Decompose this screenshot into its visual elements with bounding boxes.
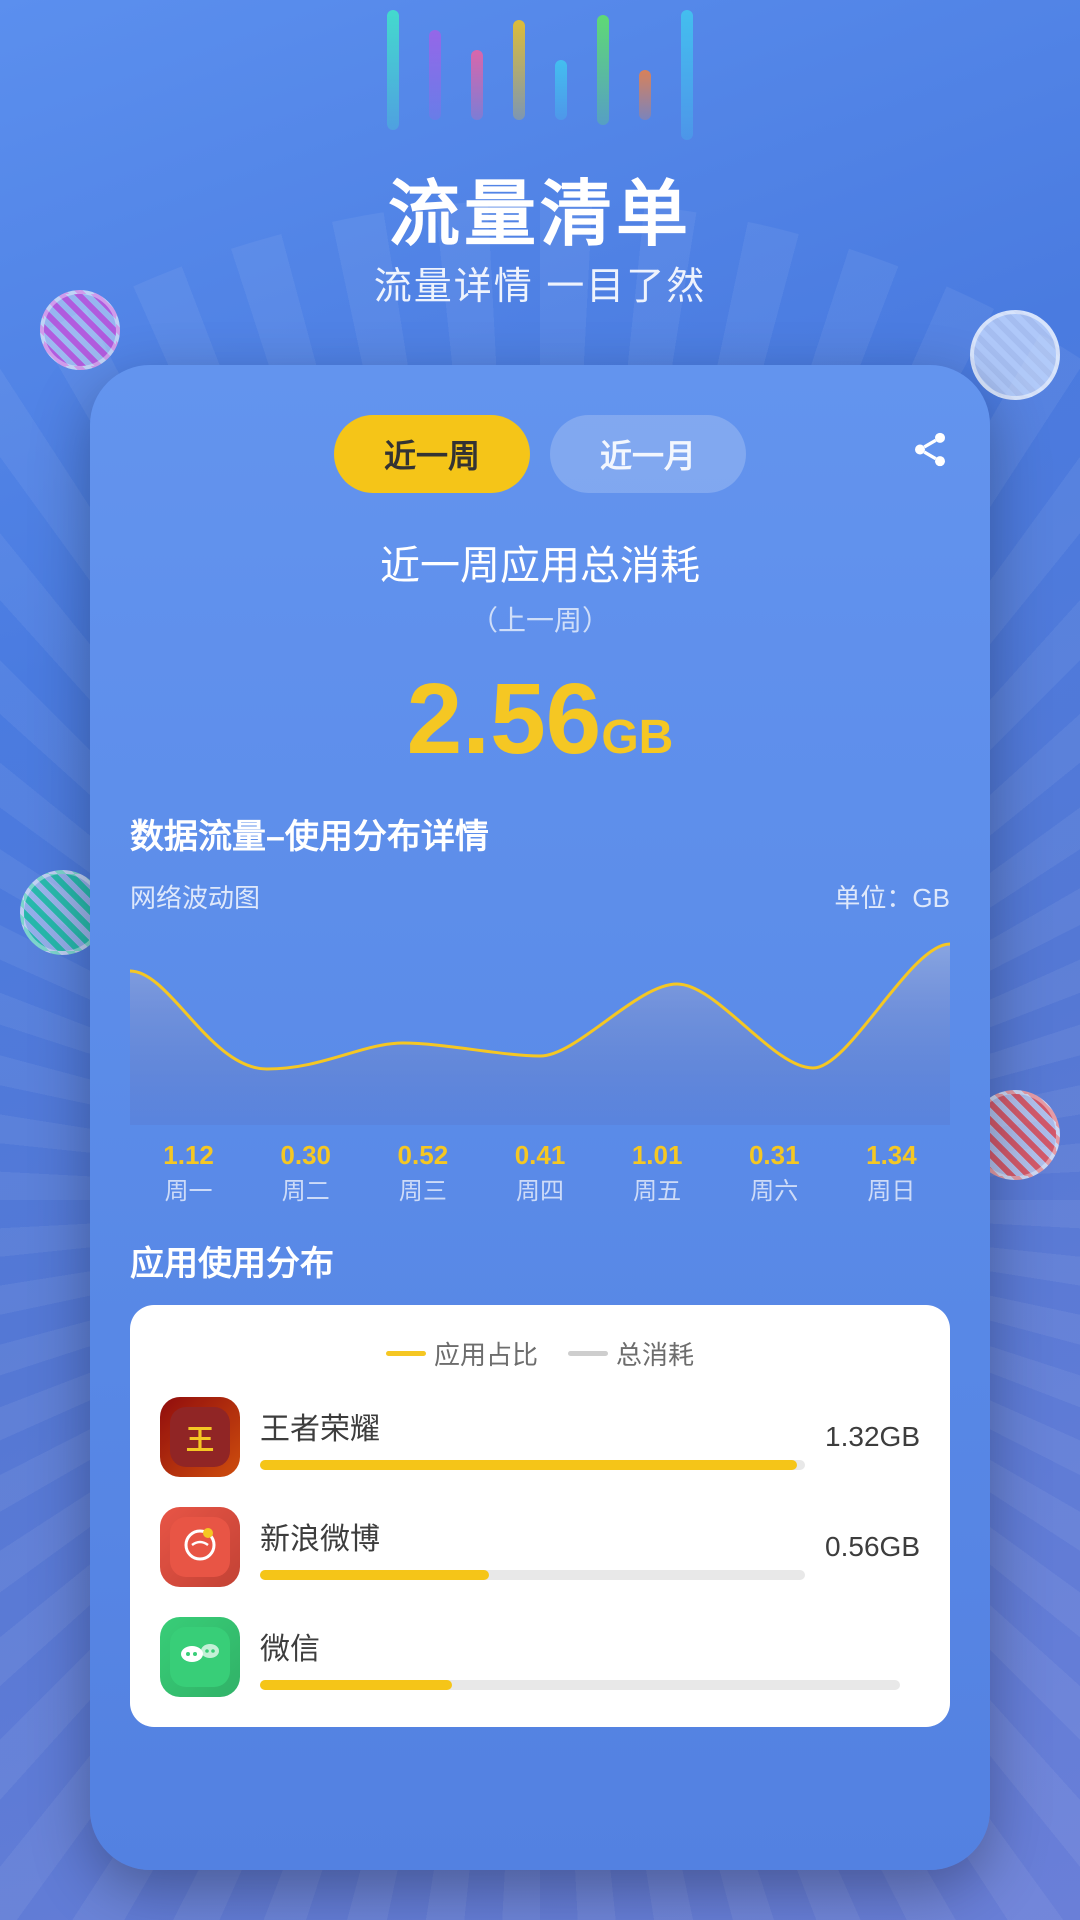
tab-month[interactable]: 近一月 [550,415,746,493]
svg-text:王: 王 [186,1424,214,1455]
chart-right-label: 单位：GB [834,878,950,915]
app-bars-weibo [260,1570,805,1580]
share-icon[interactable] [910,430,950,479]
bar-5 [555,60,567,120]
bar-2 [429,30,441,120]
app-row-wechat: 微信 [160,1617,920,1697]
app-name-weibo: 新浪微博 [260,1514,805,1558]
period-title: 近一周应用总消耗 [130,533,950,591]
chart-svg [130,925,950,1125]
app-size-weibo: 0.56GB [825,1531,920,1563]
phone-card: 近一周 近一月 近一周应用总消耗 （上一周） 2.56GB 数据流量–使用分布详… [90,365,990,1870]
legend-ratio: 应用占比 [386,1335,538,1372]
app-icon-wechat [160,1617,240,1697]
decorative-bars-container [0,0,1080,160]
app-icon-weibo [160,1507,240,1587]
app-row-weibo: 新浪微博 0.56GB [160,1507,920,1587]
chart-label-sun: 1.34 周日 [833,1140,950,1206]
total-value: 2.56GB [130,669,950,769]
app-bars-game [260,1460,805,1470]
period-sub: （上一周） [130,599,950,639]
bar-1 [387,10,399,130]
chart-labels: 1.12 周一 0.30 周二 0.52 周三 0.41 周四 1.01 周五 … [130,1140,950,1206]
app-bars-wechat [260,1680,900,1690]
page-subtitle: 流量详情 一目了然 [0,255,1080,310]
tab-week[interactable]: 近一周 [334,415,530,493]
chart-section-title: 数据流量–使用分布详情 [130,809,950,858]
legend-row: 应用占比 总消耗 [160,1335,920,1372]
app-info-weibo: 新浪微博 [260,1514,805,1580]
chart-left-label: 网络波动图 [130,878,260,915]
app-info-game: 王者荣耀 [260,1404,805,1470]
legend-gray-line [568,1351,608,1356]
page-title: 流量清单 [0,155,1080,260]
chart-label-mon: 1.12 周一 [130,1140,247,1206]
app-usage-card: 应用占比 总消耗 王 王者荣耀 1.32GB [130,1305,950,1727]
chart-area [130,944,950,1125]
decorative-ball-right-top [970,310,1060,400]
app-bar-yellow-game [260,1460,797,1470]
chart-header: 网络波动图 单位：GB [130,878,950,915]
chart-label-thu: 0.41 周四 [481,1140,598,1206]
app-size-game: 1.32GB [825,1421,920,1453]
chart-line [130,944,950,1069]
tab-row: 近一周 近一月 [130,415,950,493]
app-row-game: 王 王者荣耀 1.32GB [160,1397,920,1477]
chart-label-sat: 0.31 周六 [716,1140,833,1206]
app-section-title: 应用使用分布 [130,1236,950,1285]
app-icon-game: 王 [160,1397,240,1477]
chart-label-wed: 0.52 周三 [364,1140,481,1206]
app-bar-yellow-weibo [260,1570,489,1580]
bar-4 [513,20,525,120]
app-info-wechat: 微信 [260,1624,900,1690]
app-name-game: 王者荣耀 [260,1404,805,1448]
bar-7 [639,70,651,120]
chart-label-tue: 0.30 周二 [247,1140,364,1206]
chart-label-fri: 1.01 周五 [599,1140,716,1206]
bar-6 [597,15,609,125]
legend-total: 总消耗 [568,1335,694,1372]
chart-container [130,925,950,1130]
app-name-wechat: 微信 [260,1624,900,1668]
legend-yellow-line [386,1351,426,1356]
app-bar-yellow-wechat [260,1680,452,1690]
bar-3 [471,50,483,120]
bar-8 [681,10,693,140]
